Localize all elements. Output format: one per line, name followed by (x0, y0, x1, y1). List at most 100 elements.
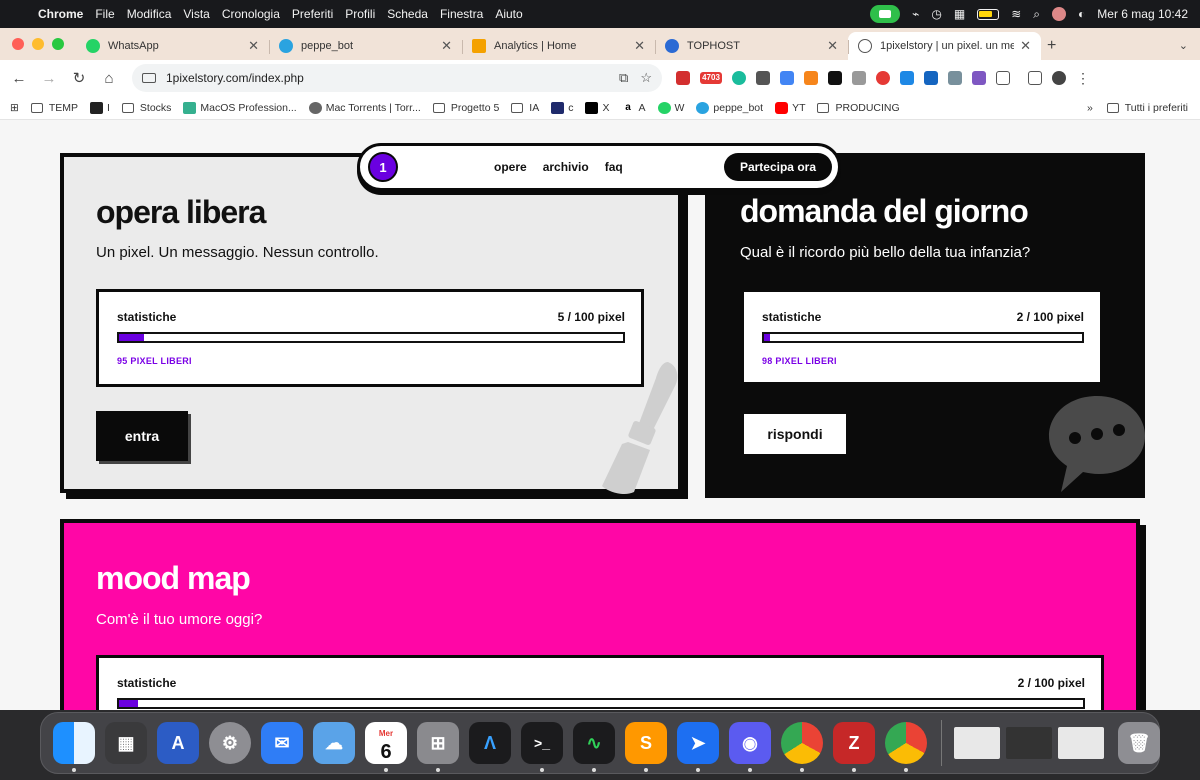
arc-icon[interactable]: Λ (469, 722, 511, 764)
user-avatar-icon[interactable] (1052, 7, 1067, 21)
tab-tophost[interactable]: TOPHOST ✕ (655, 32, 848, 60)
menu-file[interactable]: File (95, 7, 114, 21)
history-icon[interactable]: ◷ (931, 7, 941, 21)
calculator-icon[interactable]: ⊞ (417, 722, 459, 772)
activity-monitor-icon[interactable]: ∿ (573, 722, 615, 772)
control-center-icon[interactable]: ◐ (1078, 7, 1085, 21)
wifi-icon[interactable]: ≋ (1011, 7, 1021, 21)
new-tab-button[interactable]: + (1047, 32, 1056, 60)
bookmark-yt[interactable]: YT (775, 101, 805, 114)
close-tab-icon[interactable]: ✕ (634, 38, 645, 54)
filezilla-icon[interactable]: Z (833, 722, 875, 772)
li-extension-icon[interactable] (924, 71, 938, 85)
tab-1pixelstory[interactable]: 1pixelstory | un pixel. un mess ✕ (848, 32, 1041, 60)
site-info-icon[interactable] (142, 73, 156, 83)
screen-extension-icon[interactable] (852, 71, 866, 85)
all-bookmarks-button[interactable]: Tutti i preferiti (1106, 102, 1188, 114)
calendar-icon[interactable]: Mer 6 (365, 722, 407, 772)
menu-vista[interactable]: Vista (183, 7, 209, 21)
entra-button[interactable]: entra (96, 411, 188, 461)
megaphone-extension-icon[interactable] (676, 71, 690, 85)
menubar-clock[interactable]: Mer 6 mag 10:42 (1097, 7, 1188, 21)
url-text[interactable]: 1pixelstory.com/index.php (166, 71, 619, 85)
close-tab-icon[interactable]: ✕ (248, 38, 259, 54)
bookmark-progetto-5[interactable]: Progetto 5 (432, 102, 499, 114)
partecipa-ora-button[interactable]: Partecipa ora (723, 153, 832, 181)
launchpad-icon[interactable]: ▦ (105, 722, 147, 764)
system-settings-icon[interactable]: ⚙ (209, 722, 251, 764)
bookmark-x[interactable]: X (585, 101, 609, 114)
rispondi-button[interactable]: rispondi (744, 414, 846, 454)
home-button[interactable]: ⌂ (94, 70, 124, 87)
nav-link-archivio[interactable]: archivio (543, 160, 589, 174)
cast-icon[interactable] (1028, 71, 1042, 85)
address-bar[interactable]: 1pixelstory.com/index.php ⧉ ☆ (132, 64, 662, 92)
bookmark-macos[interactable]: MacOS Profession... (183, 101, 297, 114)
battery-icon[interactable] (977, 8, 1000, 20)
chrome-icon[interactable] (781, 722, 823, 772)
xcode-instruments-icon[interactable]: A (157, 722, 199, 764)
tab-search-chevron-icon[interactable]: ⌄ (1179, 32, 1188, 60)
bookmark-stocks[interactable]: Stocks (121, 102, 171, 114)
profile-avatar-icon[interactable] (1052, 71, 1066, 85)
menu-finestra[interactable]: Finestra (440, 7, 483, 21)
chrome-menu-icon[interactable]: ⋮ (1076, 70, 1090, 87)
menu-aiuto[interactable]: Aiuto (495, 7, 522, 21)
menu-cronologia[interactable]: Cronologia (222, 7, 280, 21)
menu-preferiti[interactable]: Preferiti (292, 7, 333, 21)
bookmark-star-icon[interactable]: ☆ (640, 70, 652, 86)
bookmarks-overflow-button[interactable]: » (1087, 102, 1093, 114)
menu-scheda[interactable]: Scheda (387, 7, 428, 21)
eyedropper-extension-icon[interactable] (756, 71, 770, 85)
tab-whatsapp[interactable]: WhatsApp ✕ (76, 32, 269, 60)
bookmark-a[interactable]: aA (621, 101, 646, 114)
bookmark-c[interactable]: c (551, 101, 573, 114)
paperclip-icon[interactable]: ⌁ (912, 7, 919, 21)
stats-extension-icon[interactable] (948, 71, 962, 85)
s-blue-extension-icon[interactable] (900, 71, 914, 85)
minimized-window-thumbnail[interactable] (1006, 727, 1052, 759)
mail-icon[interactable]: ✉ (261, 722, 303, 764)
translate-extension-icon[interactable] (780, 71, 794, 85)
facetime-icon[interactable] (870, 5, 901, 23)
menu-modifica[interactable]: Modifica (127, 7, 172, 21)
nav-link-opere[interactable]: opere (494, 160, 527, 174)
forward-button[interactable]: → (34, 70, 64, 87)
bookmark-ia[interactable]: IA (511, 102, 539, 114)
minimize-window-button[interactable] (32, 38, 44, 50)
apps-grid-icon[interactable]: ⊞ (10, 102, 19, 114)
grammarly-extension-icon[interactable] (732, 71, 746, 85)
extension-badge[interactable]: 4703 (700, 72, 722, 84)
bookmark-i[interactable]: I (89, 101, 110, 114)
tab-analytics[interactable]: Analytics | Home ✕ (462, 32, 655, 60)
k-extension-icon[interactable] (828, 71, 842, 85)
sublime-text-icon[interactable]: S (625, 722, 667, 772)
trash-icon[interactable]: 🗑 (1118, 722, 1160, 764)
chat-app-icon[interactable]: ◉ (729, 722, 771, 772)
minimized-window-thumbnail[interactable] (1058, 727, 1104, 759)
chrome-canary-icon[interactable] (885, 722, 927, 772)
menu-profili[interactable]: Profili (345, 7, 375, 21)
extensions-puzzle-icon[interactable] (996, 71, 1010, 85)
s-extension-icon[interactable] (876, 71, 890, 85)
finder-icon[interactable] (53, 722, 95, 772)
bookmark-peppe-bot[interactable]: peppe_bot (696, 101, 763, 114)
bookmark-temp[interactable]: TEMP (30, 102, 78, 114)
ce-extension-icon[interactable] (972, 71, 986, 85)
back-button[interactable]: ← (4, 70, 34, 87)
reload-button[interactable]: ↻ (64, 69, 94, 87)
menu-app-name[interactable]: Chrome (38, 7, 83, 21)
spotlight-search-icon[interactable]: ⌕ (1033, 7, 1040, 22)
minimized-window-thumbnail[interactable] (954, 727, 1000, 759)
zoom-window-button[interactable] (52, 38, 64, 50)
window-tiling-icon[interactable]: ▦ (954, 7, 965, 21)
close-tab-icon[interactable]: ✕ (441, 38, 452, 54)
close-window-button[interactable] (12, 38, 24, 50)
site-logo[interactable]: 1 (368, 152, 398, 182)
bookmark-producing[interactable]: PRODUCING (817, 102, 900, 114)
bookmark-mac-torrents[interactable]: Mac Torrents | Torr... (308, 101, 421, 114)
nav-link-faq[interactable]: faq (605, 160, 623, 174)
install-app-icon[interactable]: ⧉ (619, 70, 628, 86)
tab-peppe-bot[interactable]: peppe_bot ✕ (269, 32, 462, 60)
metamask-extension-icon[interactable] (804, 71, 818, 85)
